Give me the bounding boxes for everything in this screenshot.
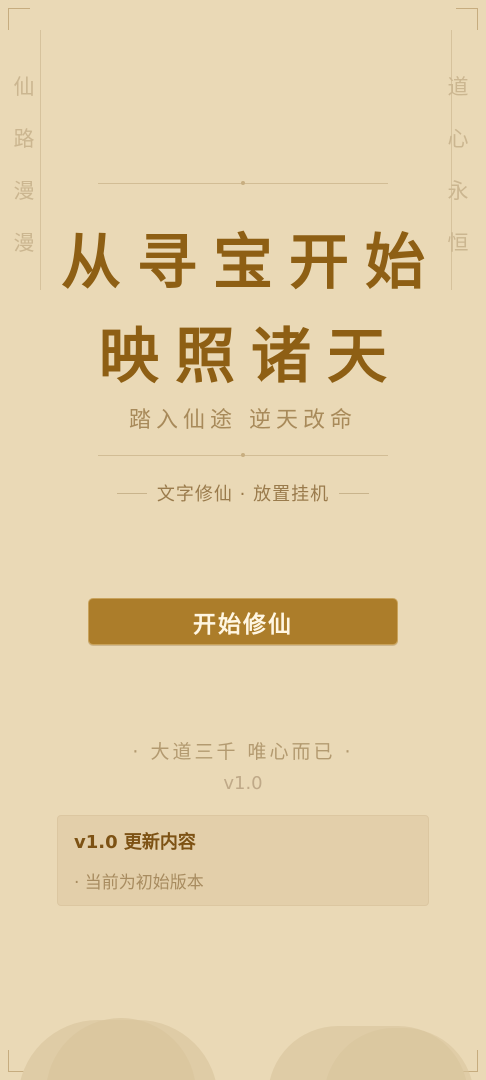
right-char: 永 — [447, 179, 471, 203]
left-char: 路 — [13, 127, 37, 151]
tagline-rule — [339, 492, 370, 494]
update-title: v1.0 更新内容 — [74, 832, 196, 853]
title-line-2: 映照诸天 — [99, 322, 403, 392]
divider-dot — [241, 453, 245, 457]
start-cultivation-button[interactable]: 开始修仙 — [88, 598, 398, 645]
tagline-row: 文字修仙 · 放置挂机 — [0, 480, 486, 506]
subtitle: 踏入仙途 逆天改命 — [129, 408, 357, 433]
tagline: 文字修仙 · 放置挂机 — [156, 484, 330, 505]
right-char: 道 — [447, 75, 471, 99]
update-notes-panel: v1.0 更新内容 · 当前为初始版本 — [57, 815, 429, 906]
version-label: v1.0 — [223, 773, 263, 794]
motto: · 大道三千 唯心而已 · — [132, 741, 354, 763]
splash-screen: 仙 路 漫 漫 道 心 永 恒 从寻宝开始 映照诸天 踏入仙途 逆天改命 文字修… — [0, 0, 486, 1080]
left-char: 漫 — [13, 179, 37, 203]
corner-ornament — [456, 8, 478, 30]
update-item: · 当前为初始版本 — [74, 873, 204, 893]
tagline-rule — [116, 492, 147, 494]
title-line-1: 从寻宝开始 — [61, 228, 441, 298]
corner-ornament — [8, 8, 30, 30]
left-char: 仙 — [13, 75, 37, 99]
divider-dot — [241, 181, 245, 185]
right-char: 心 — [447, 127, 471, 151]
